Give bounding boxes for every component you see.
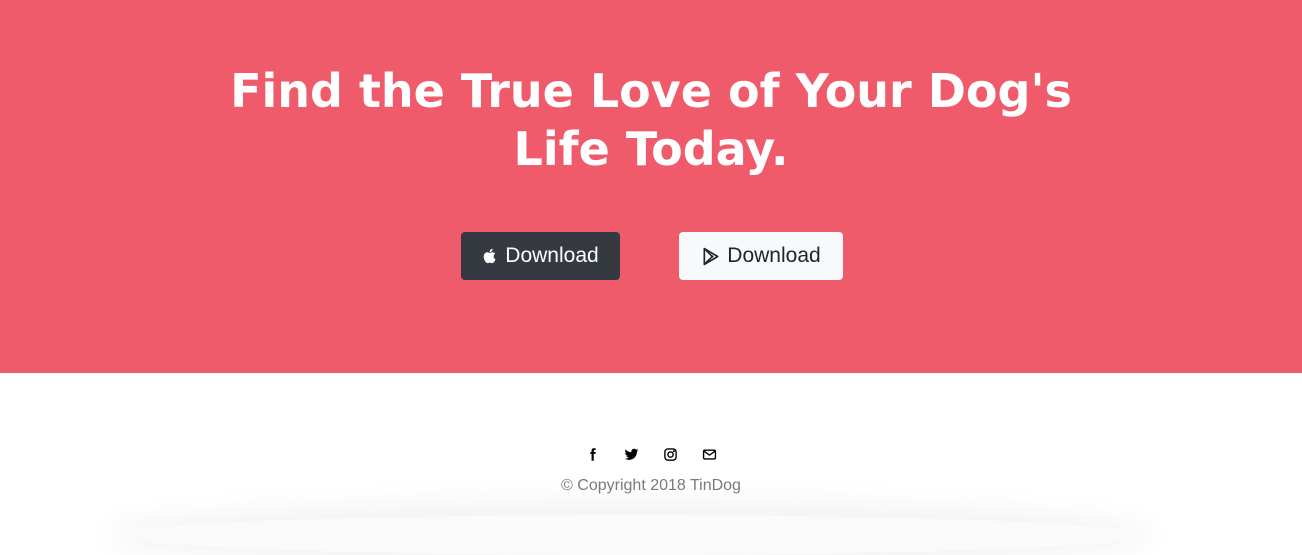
apple-icon [482,247,499,265]
facebook-icon[interactable] [584,446,601,463]
cta-heading-line-1: Find the True Love of Your Dog's [230,64,1072,118]
footer-shadow [120,515,1140,555]
twitter-icon[interactable] [623,446,640,463]
copyright-text: © Copyright 2018 TinDog [561,477,741,494]
download-google-play-label: Download [727,244,821,267]
envelope-icon[interactable] [701,446,718,463]
cta-heading: Find the True Love of Your Dog's Life To… [0,62,1302,178]
instagram-icon[interactable] [662,446,679,463]
download-google-play-button[interactable]: Download [679,232,843,280]
download-apple-button[interactable]: Download [461,232,620,280]
download-apple-label: Download [505,244,599,267]
social-links [0,446,1302,463]
google-play-icon [701,246,721,267]
cta-section: Find the True Love of Your Dog's Life To… [0,0,1302,373]
cta-heading-line-2: Life Today. [513,122,789,176]
